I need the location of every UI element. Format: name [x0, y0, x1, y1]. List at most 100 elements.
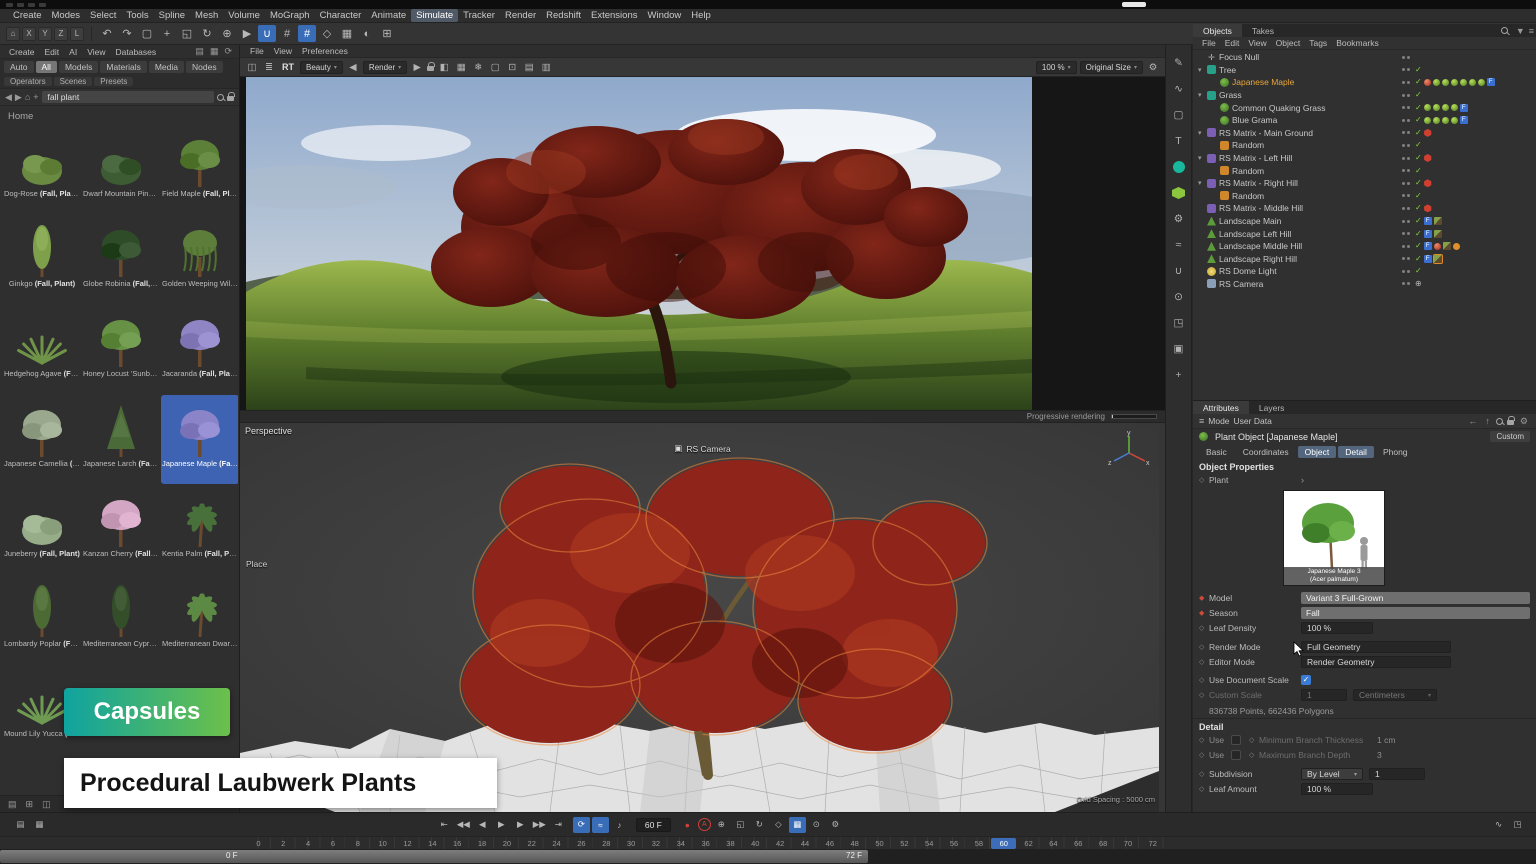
keyframe-selection-button[interactable]: ⊙	[808, 817, 825, 833]
visibility-dots[interactable]	[1402, 56, 1410, 59]
record-position-button[interactable]: ⊕	[713, 817, 730, 833]
frame-label[interactable]: 0	[246, 838, 271, 849]
cube-icon[interactable]: ◳	[1170, 315, 1187, 331]
scale-icon[interactable]: ◱	[178, 25, 196, 42]
ram-play-button[interactable]: ≈	[592, 817, 609, 833]
object-row-rs-matrix-middle-hill[interactable]: RS Matrix - Middle Hill✓	[1193, 202, 1536, 215]
obj-menu-file[interactable]: File	[1198, 38, 1220, 48]
new-doc-icon[interactable]	[17, 3, 24, 7]
ball-tag-icon[interactable]	[1442, 117, 1449, 124]
maximize-icon[interactable]: ◳	[1509, 817, 1526, 833]
f-tag-icon[interactable]: F	[1424, 230, 1432, 238]
object-row-landscape-right-hill[interactable]: Landscape Right Hill✓F	[1193, 253, 1536, 266]
menu-mograph[interactable]: MoGraph	[265, 9, 315, 22]
expand-arrow-icon[interactable]: ▾	[1198, 179, 1207, 187]
mode-value[interactable]: User Data	[1234, 416, 1272, 426]
footer-thumb-large-icon[interactable]: ⊞	[24, 799, 36, 810]
visibility-dots[interactable]	[1402, 257, 1410, 260]
magnet-icon[interactable]: ∪	[1170, 263, 1187, 279]
grid-icon[interactable]: ▦	[454, 62, 468, 73]
object-row-focus-null[interactable]: ✛Focus Null	[1193, 51, 1536, 64]
editor-mode-dropdown[interactable]: Render Geometry	[1301, 656, 1451, 668]
key-diamond-icon[interactable]: ◇	[1199, 476, 1209, 484]
expand-arrow-icon[interactable]: ▾	[1198, 66, 1207, 74]
capsules-icon[interactable]	[1170, 159, 1187, 175]
rv-menu-preferences[interactable]: Preferences	[298, 46, 352, 56]
f-tag-icon[interactable]: F	[1424, 242, 1432, 250]
tex-tag-icon[interactable]	[1434, 217, 1442, 225]
menu-character[interactable]: Character	[315, 9, 367, 22]
ballr-tag-icon[interactable]	[1424, 79, 1431, 86]
hex-tag-icon[interactable]	[1424, 204, 1432, 212]
object-row-common-quaking-grass[interactable]: Common Quaking Grass✓F	[1193, 101, 1536, 114]
current-frame-marker[interactable]: 60	[991, 838, 1016, 849]
obj-filter-icon[interactable]: ▼	[1514, 26, 1527, 36]
filter-tab-media[interactable]: Media	[149, 61, 184, 73]
frame-label[interactable]: 14	[420, 838, 445, 849]
plant-card-globe-robinia[interactable]: Globe Robinia (Fall, Plant)	[82, 215, 160, 304]
menu-tools[interactable]: Tools	[121, 9, 153, 22]
obj-burger-icon[interactable]: ≡	[1527, 26, 1536, 36]
footer-thumb-small-icon[interactable]: ▤	[6, 799, 19, 810]
leaf-density-input[interactable]: 100 %	[1301, 622, 1373, 634]
attr-tab-detail[interactable]: Detail	[1338, 446, 1374, 458]
object-row-random[interactable]: Random✓	[1193, 190, 1536, 203]
frame-label[interactable]: 56	[942, 838, 967, 849]
tab-takes[interactable]: Takes	[1242, 24, 1284, 37]
plant-card-japanese-larch[interactable]: Japanese Larch (Fall, Plant)	[82, 395, 160, 484]
obj-menu-edit[interactable]: Edit	[1221, 38, 1244, 48]
category-tab-scenes[interactable]: Scenes	[54, 77, 93, 86]
ballr-tag-icon[interactable]	[1434, 243, 1441, 250]
ball-tag-icon[interactable]	[1424, 104, 1431, 111]
f-tag-icon[interactable]: F	[1424, 217, 1432, 225]
tweak-icon[interactable]: +	[1170, 367, 1187, 383]
visibility-dots[interactable]	[1402, 157, 1410, 160]
plant-card-ginkgo[interactable]: Ginkgo (Fall, Plant)	[3, 215, 81, 304]
multipass-icon[interactable]: ▤	[522, 62, 536, 73]
model-dropdown[interactable]: Variant 3 Full-Grown	[1301, 592, 1530, 604]
ball-tag-icon[interactable]	[1424, 117, 1431, 124]
move-icon[interactable]: +	[158, 25, 176, 42]
tex-tag-icon[interactable]	[1434, 230, 1442, 238]
visibility-dots[interactable]	[1402, 232, 1410, 235]
history-back-icon[interactable]: ←	[1466, 416, 1479, 426]
menu-help[interactable]: Help	[686, 9, 716, 22]
record-pla-button[interactable]: ▦	[789, 817, 806, 833]
lock-icon[interactable]	[227, 96, 234, 101]
render-settings-gear-icon[interactable]: ⚙	[1146, 62, 1160, 73]
check-tag-icon[interactable]: ✓	[1415, 116, 1422, 124]
autokey-button[interactable]: A	[698, 818, 711, 831]
viewport-label[interactable]: Perspective	[245, 426, 292, 436]
visibility-dots[interactable]	[1402, 220, 1410, 223]
visibility-dots[interactable]	[1402, 144, 1410, 147]
plant-card-jacaranda[interactable]: Jacaranda (Fall, Plant)	[161, 305, 238, 394]
ab-menu-ai[interactable]: AI	[65, 47, 81, 57]
ball-tag-icon[interactable]	[1433, 79, 1440, 86]
visibility-dots[interactable]	[1402, 207, 1410, 210]
frame-label[interactable]: 44	[793, 838, 818, 849]
object-row-rs-matrix-right-hill[interactable]: ▾RS Matrix - Right Hill✓	[1193, 177, 1536, 190]
goto-start-button[interactable]: ⇤	[436, 817, 453, 833]
ball-tag-icon[interactable]	[1451, 117, 1458, 124]
next-render-icon[interactable]: ▶	[410, 62, 424, 73]
rotate-icon[interactable]: ↻	[198, 25, 216, 42]
frame-label[interactable]: 54	[917, 838, 942, 849]
simulate-play-icon[interactable]: ▶	[238, 25, 256, 42]
add-path-icon[interactable]: +	[33, 92, 38, 102]
tab-layers[interactable]: Layers	[1249, 401, 1295, 414]
use-document-scale-checkbox[interactable]: ✓	[1301, 675, 1311, 685]
check-tag-icon[interactable]: ✓	[1415, 217, 1422, 225]
frame-label[interactable]: 8	[345, 838, 370, 849]
visibility-dots[interactable]	[1402, 169, 1410, 172]
menu-simulate[interactable]: Simulate	[411, 9, 458, 22]
visibility-dots[interactable]	[1402, 94, 1410, 97]
plant-card-field-maple[interactable]: Field Maple (Fall, Plant)	[161, 125, 238, 214]
region-icon[interactable]: ▢	[488, 62, 502, 73]
tab-objects[interactable]: Objects	[1193, 24, 1242, 37]
visibility-dots[interactable]	[1402, 194, 1410, 197]
frame-label[interactable]: 58	[966, 838, 991, 849]
ball-tag-icon[interactable]	[1442, 104, 1449, 111]
plant-card-lombardy-poplar[interactable]: Lombardy Poplar (Fall, Plant)	[3, 575, 81, 664]
back-icon[interactable]: ◀	[5, 92, 12, 103]
menu-modes[interactable]: Modes	[47, 9, 86, 22]
